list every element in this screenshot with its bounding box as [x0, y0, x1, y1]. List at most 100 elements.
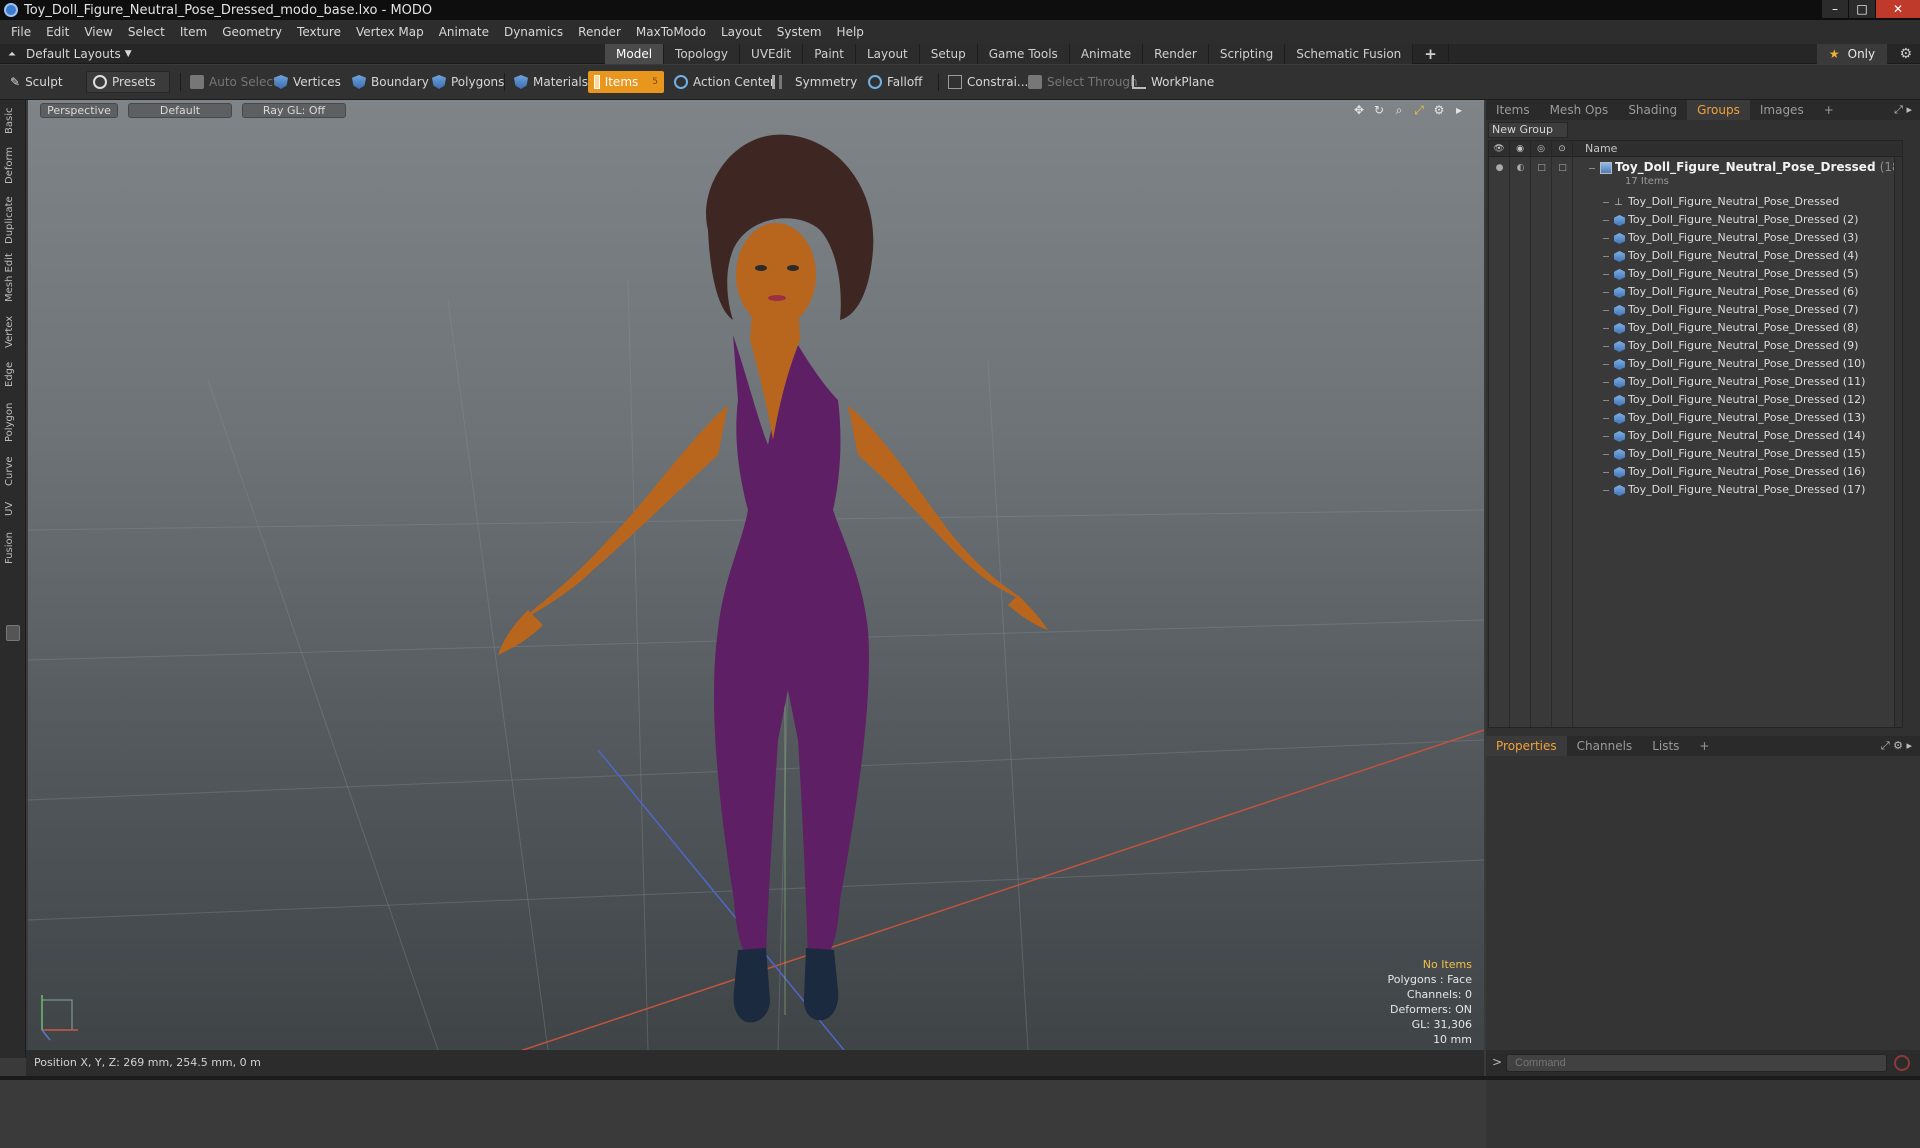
- left-tab-curve[interactable]: Curve: [4, 452, 22, 490]
- tab-paint[interactable]: Paint: [803, 44, 856, 64]
- list-item[interactable]: Toy_Doll_Figure_Neutral_Pose_Dressed (10…: [1489, 355, 1902, 373]
- polygons-button[interactable]: Polygons: [426, 71, 510, 93]
- materials-button[interactable]: Materials: [508, 71, 594, 93]
- menu-help[interactable]: Help: [837, 25, 864, 39]
- menu-select[interactable]: Select: [128, 25, 165, 39]
- tab-images[interactable]: Images: [1750, 100, 1814, 120]
- view-style-dropdown[interactable]: Default: [128, 103, 232, 118]
- menu-geometry[interactable]: Geometry: [222, 25, 282, 39]
- new-group-button[interactable]: New Group: [1488, 122, 1568, 138]
- presets-button[interactable]: Presets: [86, 71, 170, 93]
- zoom-icon[interactable]: ⌕: [1392, 103, 1406, 117]
- tab-model[interactable]: Model: [605, 44, 665, 64]
- menu-file[interactable]: File: [11, 25, 31, 39]
- tab-game-tools[interactable]: Game Tools: [977, 44, 1070, 64]
- list-item[interactable]: Toy_Doll_Figure_Neutral_Pose_Dressed (16…: [1489, 463, 1902, 481]
- action-center-button[interactable]: Action Center: [668, 71, 781, 93]
- maximize-icon[interactable]: □: [1849, 0, 1875, 18]
- tab-properties[interactable]: Properties: [1486, 736, 1567, 756]
- add-properties-tab-icon[interactable]: +: [1689, 736, 1719, 756]
- tab-setup[interactable]: Setup: [919, 44, 978, 64]
- view-perspective-dropdown[interactable]: Perspective: [40, 103, 118, 118]
- list-item[interactable]: Toy_Doll_Figure_Neutral_Pose_Dressed (12…: [1489, 391, 1902, 409]
- add-panel-tab-icon[interactable]: +: [1814, 100, 1844, 120]
- tab-lists[interactable]: Lists: [1642, 736, 1689, 756]
- add-tab-icon[interactable]: +: [1413, 44, 1449, 64]
- expand-panel-icon[interactable]: ⤢ ▸: [1894, 103, 1912, 117]
- menu-item[interactable]: Item: [180, 25, 207, 39]
- gear-icon[interactable]: ⚙: [1899, 46, 1912, 62]
- select-column-icon[interactable]: ⊙: [1552, 141, 1573, 157]
- menu-texture[interactable]: Texture: [297, 25, 341, 39]
- list-item[interactable]: Toy_Doll_Figure_Neutral_Pose_Dressed (8): [1489, 319, 1902, 337]
- layouts-dropdown[interactable]: ⏶ Default Layouts ▼: [8, 46, 132, 62]
- list-item[interactable]: Toy_Doll_Figure_Neutral_Pose_Dressed (14…: [1489, 427, 1902, 445]
- 3d-viewport[interactable]: Perspective Default Ray GL: Off ✥ ↻ ⌕ ⤢ …: [28, 100, 1484, 1050]
- left-tab-uv[interactable]: UV: [4, 498, 22, 520]
- tab-schematic-fusion[interactable]: Schematic Fusion: [1285, 44, 1414, 64]
- constraint-button[interactable]: Constrai...: [942, 71, 1034, 93]
- tab-mesh-ops[interactable]: Mesh Ops: [1540, 100, 1619, 120]
- tab-animate[interactable]: Animate: [1069, 44, 1144, 64]
- command-input[interactable]: [1506, 1054, 1887, 1072]
- sculpt-button[interactable]: ✎ Sculpt: [4, 71, 69, 93]
- menu-dynamics[interactable]: Dynamics: [504, 25, 563, 39]
- pan-icon[interactable]: ✥: [1352, 103, 1366, 117]
- tab-render[interactable]: Render: [1143, 44, 1209, 64]
- list-item[interactable]: Toy_Doll_Figure_Neutral_Pose_Dressed (7): [1489, 301, 1902, 319]
- tab-channels[interactable]: Channels: [1567, 736, 1643, 756]
- tab-items[interactable]: Items: [1486, 100, 1540, 120]
- close-icon[interactable]: ✕: [1876, 0, 1920, 18]
- tab-groups[interactable]: Groups: [1687, 100, 1750, 120]
- properties-options-icon[interactable]: ⤢ ⚙ ▸: [1881, 739, 1912, 753]
- fit-icon[interactable]: ⤢: [1412, 103, 1426, 117]
- render-column-icon[interactable]: ◉: [1510, 141, 1531, 157]
- list-item[interactable]: Toy_Doll_Figure_Neutral_Pose_Dressed (11…: [1489, 373, 1902, 391]
- menu-animate[interactable]: Animate: [439, 25, 489, 39]
- menu-edit[interactable]: Edit: [46, 25, 69, 39]
- select-icon[interactable]: □: [1552, 163, 1573, 173]
- list-item[interactable]: ⊥ Toy_Doll_Figure_Neutral_Pose_Dressed: [1489, 193, 1902, 211]
- list-item[interactable]: Toy_Doll_Figure_Neutral_Pose_Dressed (3): [1489, 229, 1902, 247]
- left-tab-basic[interactable]: Basic: [4, 104, 22, 138]
- list-item[interactable]: Toy_Doll_Figure_Neutral_Pose_Dressed (9): [1489, 337, 1902, 355]
- visibility-column-icon[interactable]: 👁: [1489, 141, 1510, 157]
- menu-view[interactable]: View: [84, 25, 112, 39]
- menu-vertex-map[interactable]: Vertex Map: [356, 25, 424, 39]
- list-item[interactable]: Toy_Doll_Figure_Neutral_Pose_Dressed (2): [1489, 211, 1902, 229]
- falloff-button[interactable]: Falloff: [862, 71, 928, 93]
- items-button[interactable]: Items 5: [588, 71, 664, 93]
- left-tab-fusion[interactable]: Fusion: [4, 528, 22, 568]
- tab-shading[interactable]: Shading: [1618, 100, 1687, 120]
- list-item[interactable]: Toy_Doll_Figure_Neutral_Pose_Dressed (6): [1489, 283, 1902, 301]
- left-tab-deform[interactable]: Deform: [4, 144, 22, 186]
- list-item[interactable]: Toy_Doll_Figure_Neutral_Pose_Dressed (17…: [1489, 481, 1902, 499]
- raygl-toggle[interactable]: Ray GL: Off: [242, 103, 346, 118]
- group-row[interactable]: ● ◐ □ □ Toy_Doll_Figure_Neutral_Pose_Dre…: [1489, 159, 1902, 191]
- lock-icon[interactable]: □: [1531, 163, 1552, 173]
- left-tab-edge[interactable]: Edge: [4, 358, 22, 390]
- rotate-icon[interactable]: ↻: [1372, 103, 1386, 117]
- tab-topology[interactable]: Topology: [664, 44, 741, 64]
- viewport-settings-icon[interactable]: ⚙: [1432, 103, 1446, 117]
- list-item[interactable]: Toy_Doll_Figure_Neutral_Pose_Dressed (5): [1489, 265, 1902, 283]
- minimize-icon[interactable]: –: [1822, 0, 1848, 18]
- left-tab-polygon[interactable]: Polygon: [4, 398, 22, 446]
- boundary-button[interactable]: Boundary: [346, 71, 435, 93]
- render-icon[interactable]: ◐: [1510, 163, 1531, 173]
- tab-layout[interactable]: Layout: [855, 44, 920, 64]
- menu-maxtomodo[interactable]: MaxToModo: [636, 25, 706, 39]
- menu-render[interactable]: Render: [578, 25, 621, 39]
- left-tab-duplicate[interactable]: Duplicate: [4, 194, 22, 246]
- menu-layout[interactable]: Layout: [721, 25, 762, 39]
- list-item[interactable]: Toy_Doll_Figure_Neutral_Pose_Dressed (15…: [1489, 445, 1902, 463]
- tab-uvedit[interactable]: UVEdit: [740, 44, 804, 64]
- menu-system[interactable]: System: [777, 25, 822, 39]
- tab-scripting[interactable]: Scripting: [1208, 44, 1286, 64]
- list-scrollbar[interactable]: [1894, 157, 1902, 727]
- left-tab-vertex[interactable]: Vertex: [4, 312, 22, 352]
- symmetry-button[interactable]: Symmetry: [766, 71, 863, 93]
- eye-icon[interactable]: ●: [1489, 163, 1510, 173]
- list-item[interactable]: Toy_Doll_Figure_Neutral_Pose_Dressed (4): [1489, 247, 1902, 265]
- left-panel-toggle[interactable]: [6, 625, 20, 641]
